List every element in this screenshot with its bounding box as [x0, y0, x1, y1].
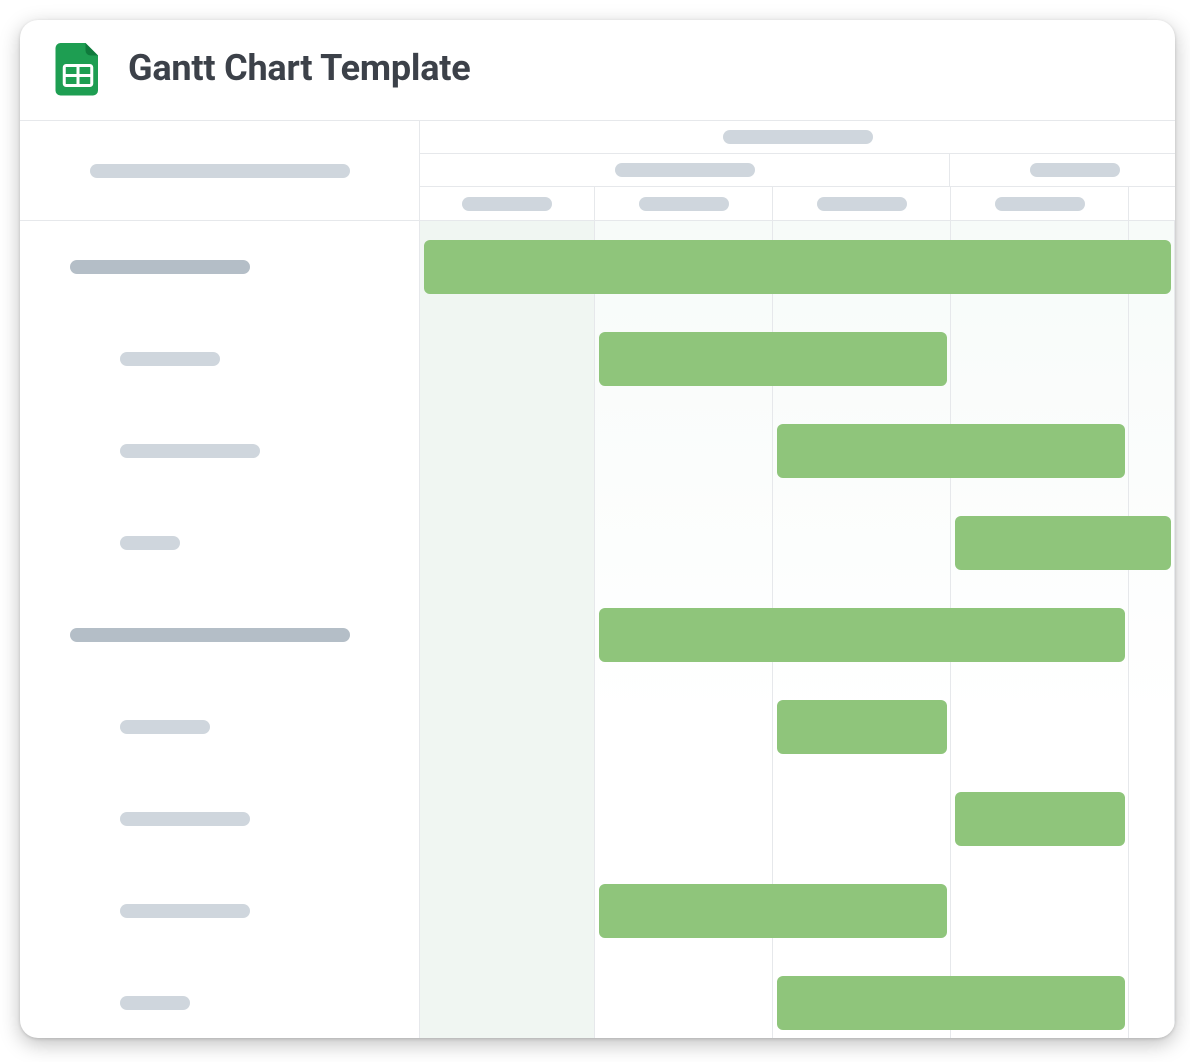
timeline-header — [420, 121, 1175, 221]
gantt-timeline — [420, 121, 1175, 1038]
task-group-row[interactable] — [20, 221, 419, 313]
timeline-body — [420, 221, 1175, 1038]
task-row[interactable] — [20, 957, 419, 1038]
task-group-row[interactable] — [20, 589, 419, 681]
gantt-bar[interactable] — [955, 516, 1171, 570]
task-row[interactable] — [20, 773, 419, 865]
task-row[interactable] — [20, 313, 419, 405]
task-row[interactable] — [20, 497, 419, 589]
task-row[interactable] — [20, 405, 419, 497]
gantt-bar[interactable] — [599, 884, 947, 938]
google-sheets-icon — [48, 38, 108, 98]
card-header: Gantt Chart Template — [20, 20, 1175, 121]
task-list-header — [20, 121, 419, 221]
card-title: Gantt Chart Template — [128, 47, 471, 89]
gantt-bar[interactable] — [599, 608, 1125, 662]
task-row[interactable] — [20, 865, 419, 957]
gantt-bar[interactable] — [777, 976, 1125, 1030]
gantt-bar[interactable] — [955, 792, 1125, 846]
gantt-bar[interactable] — [777, 424, 1125, 478]
task-list-column — [20, 121, 420, 1038]
gantt-bar[interactable] — [599, 332, 947, 386]
gantt-bar[interactable] — [777, 700, 947, 754]
gantt-bar[interactable] — [424, 240, 1171, 294]
template-card[interactable]: Gantt Chart Template — [20, 20, 1175, 1038]
task-row[interactable] — [20, 681, 419, 773]
